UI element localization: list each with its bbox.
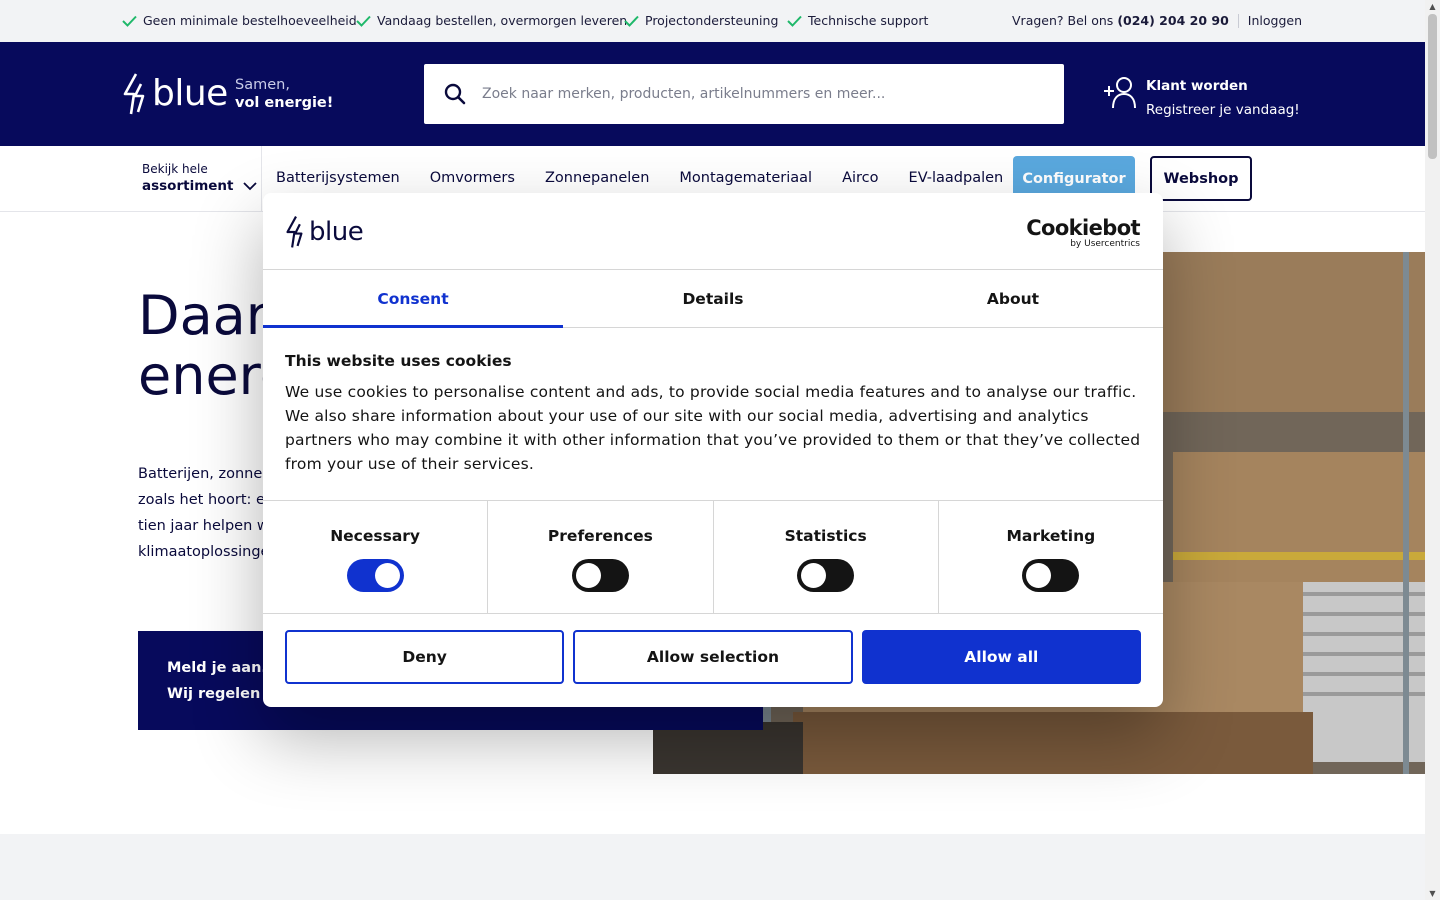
header: blue Samen, vol energie! Klant worden Re… <box>0 42 1425 146</box>
search-icon[interactable] <box>444 83 466 105</box>
logo-text: blue <box>152 73 228 114</box>
scroll-thumb[interactable] <box>1428 14 1437 159</box>
dialog-header: blue Cookiebot by Usercentrics <box>263 193 1163 270</box>
login-link[interactable]: Inloggen <box>1248 13 1302 28</box>
statistics-toggle[interactable] <box>797 559 855 592</box>
call-label: Vragen? Bel ons <box>1012 13 1114 28</box>
category-label: Necessary <box>330 527 421 545</box>
category-marketing: Marketing <box>939 501 1163 613</box>
top-bar: Geen minimale bestelhoeveelheid Vandaag … <box>0 0 1425 42</box>
check-icon <box>122 15 137 27</box>
divider <box>261 146 262 212</box>
assortment-dropdown[interactable]: Bekijk hele assortiment <box>142 161 258 195</box>
category-links: Batterijsystemen Omvormers Zonnepanelen … <box>276 170 1003 186</box>
allow-all-button[interactable]: Allow all <box>861 630 1141 684</box>
assortment-label-1: Bekijk hele <box>142 162 208 176</box>
cookiebot-name: Cookiebot <box>1026 216 1140 240</box>
tagline-line-2: vol energie! <box>235 95 334 111</box>
consent-buttons: Deny Allow selection Allow all <box>263 614 1163 700</box>
page-scrollbar[interactable]: ▲ ▼ <box>1425 0 1440 900</box>
webshop-button[interactable]: Webshop <box>1150 156 1252 201</box>
logo-text: blue <box>309 217 364 247</box>
site-logo[interactable]: blue <box>122 72 228 116</box>
consent-heading: This website uses cookies <box>285 352 512 370</box>
usp-item: Vandaag bestellen, overmorgen leveren <box>356 13 627 28</box>
brand-logo: blue <box>285 215 364 249</box>
assortment-label-2: assortiment <box>142 178 234 194</box>
usp-label: Geen minimale bestelhoeveelheid <box>143 13 357 28</box>
usp-item: Technische support <box>787 13 928 28</box>
dialog-tabs: Consent Details About <box>263 270 1163 328</box>
nav-link-batterijsystemen[interactable]: Batterijsystemen <box>276 170 400 186</box>
deny-button[interactable]: Deny <box>285 630 565 684</box>
cookiebot-logo[interactable]: Cookiebot by Usercentrics <box>1026 217 1140 249</box>
cookiebot-sub: by Usercentrics <box>1070 239 1140 249</box>
category-label: Preferences <box>547 527 653 545</box>
usp-label: Technische support <box>808 13 929 28</box>
tab-about[interactable]: About <box>863 270 1163 327</box>
category-necessary: Necessary <box>263 501 489 613</box>
usp-item: Projectondersteuning <box>624 13 778 28</box>
account-subtitle: Registreer je vandaag! <box>1146 102 1300 118</box>
consent-text: We use cookies to personalise content an… <box>285 383 1141 473</box>
allow-selection-button[interactable]: Allow selection <box>573 630 853 684</box>
become-customer-link[interactable]: Klant worden Registreer je vandaag! <box>1104 74 1300 122</box>
section-background <box>0 834 1425 900</box>
category-label: Statistics <box>784 527 867 545</box>
search-bar[interactable] <box>424 64 1064 124</box>
marketing-toggle[interactable] <box>1022 559 1080 592</box>
check-icon <box>787 15 802 27</box>
nav-link-zonnepanelen[interactable]: Zonnepanelen <box>545 170 649 186</box>
nav-link-ev-laadpalen[interactable]: EV-laadpalen <box>909 170 1004 186</box>
cookie-consent-dialog: blue Cookiebot by Usercentrics Consent D… <box>263 193 1163 707</box>
category-preferences: Preferences <box>488 501 714 613</box>
account-title: Klant worden <box>1146 78 1248 94</box>
scroll-up-icon[interactable]: ▲ <box>1428 2 1437 11</box>
search-input[interactable] <box>482 86 1022 102</box>
check-icon <box>624 15 639 27</box>
add-user-icon <box>1104 77 1136 109</box>
consent-body: This website uses cookies We use cookies… <box>263 328 1163 501</box>
usp-item: Geen minimale bestelhoeveelheid <box>122 13 357 28</box>
tab-details[interactable]: Details <box>563 270 863 327</box>
phone-link[interactable]: (024) 204 20 90 <box>1117 13 1228 28</box>
contact-area: Vragen? Bel ons (024) 204 20 90 Inloggen <box>1012 13 1302 28</box>
tab-consent[interactable]: Consent <box>263 270 563 328</box>
tagline-line-1: Samen, <box>235 77 290 93</box>
chevron-down-icon <box>243 182 258 191</box>
scroll-down-icon[interactable]: ▼ <box>1428 889 1437 898</box>
category-statistics: Statistics <box>714 501 939 613</box>
check-icon <box>356 15 371 27</box>
lightning-logo-icon <box>123 73 145 115</box>
nav-link-montagemateriaal[interactable]: Montagemateriaal <box>679 170 812 186</box>
preferences-toggle[interactable] <box>571 559 629 592</box>
consent-categories: Necessary Preferences Statistics Marketi… <box>263 501 1163 614</box>
divider <box>1237 13 1239 28</box>
lightning-logo-icon <box>286 216 303 248</box>
category-label: Marketing <box>1006 527 1096 545</box>
usp-label: Projectondersteuning <box>645 13 779 28</box>
usp-label: Vandaag bestellen, overmorgen leveren <box>377 13 628 28</box>
necessary-toggle[interactable] <box>346 559 404 592</box>
nav-link-airco[interactable]: Airco <box>842 170 878 186</box>
tagline: Samen, vol energie! <box>235 76 333 112</box>
nav-link-omvormers[interactable]: Omvormers <box>430 170 515 186</box>
